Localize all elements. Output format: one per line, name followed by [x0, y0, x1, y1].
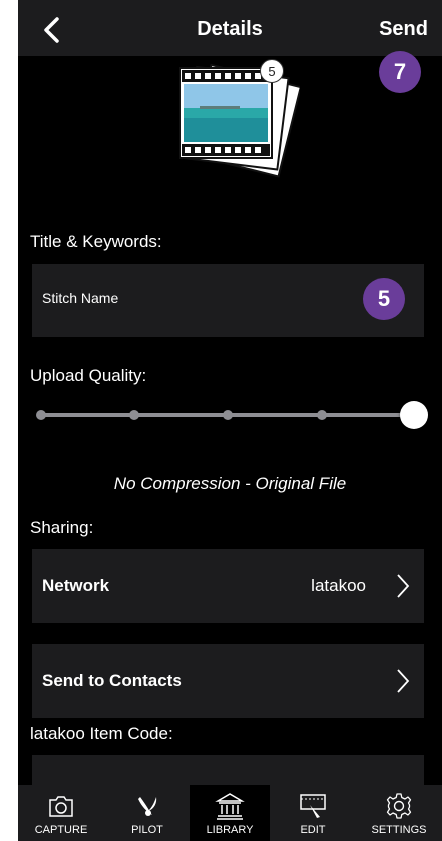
send-to-contacts-row[interactable]: Send to Contacts	[32, 644, 424, 718]
item-code-label: latakoo Item Code:	[30, 724, 173, 743]
pilot-bird-icon	[138, 797, 157, 816]
tab-capture[interactable]: CAPTURE	[18, 785, 104, 841]
media-thumbnail-stack[interactable]: 5	[160, 56, 303, 196]
tab-capture-label: CAPTURE	[34, 824, 88, 836]
network-row[interactable]: Network latakoo	[32, 549, 424, 623]
chevron-right-icon	[397, 669, 410, 693]
navigation-bar: Details Send	[18, 0, 442, 56]
slider-step-3[interactable]	[223, 410, 233, 420]
slider-step-4[interactable]	[317, 410, 327, 420]
edit-filmstrip-icon	[300, 794, 326, 818]
upload-quality-slider[interactable]	[34, 398, 434, 432]
tab-pilot[interactable]: PILOT	[104, 785, 190, 841]
slider-step-1[interactable]	[36, 410, 46, 420]
tab-settings[interactable]: SETTINGS	[356, 785, 442, 841]
title-keywords-label: Title & Keywords:	[30, 232, 162, 251]
stitch-name-value: Stitch Name	[42, 290, 119, 306]
title-step-badge: 5	[363, 278, 405, 320]
sharing-label: Sharing:	[30, 518, 94, 537]
slider-thumb[interactable]	[400, 401, 428, 429]
library-building-icon	[215, 793, 245, 820]
item-code-field[interactable]	[32, 755, 424, 785]
send-to-contacts-label: Send to Contacts	[42, 671, 182, 690]
tab-edit-label: EDIT	[300, 824, 326, 836]
tab-library[interactable]: LIBRARY	[190, 785, 270, 841]
tab-bar: CAPTURE PILOT LIBRARY EDIT SETTINGS	[18, 785, 442, 841]
send-button[interactable]: Send	[379, 18, 428, 41]
app-screen: Details Send 7 5 Title & Keywords: Stitc…	[18, 0, 442, 841]
item-count-badge: 5	[260, 59, 284, 83]
network-value: latakoo	[311, 576, 366, 595]
tab-pilot-label: PILOT	[131, 824, 163, 836]
upload-quality-label: Upload Quality:	[30, 366, 147, 385]
send-step-badge: 7	[379, 51, 421, 93]
tab-library-label: LIBRARY	[206, 824, 254, 836]
tab-edit[interactable]: EDIT	[270, 785, 356, 841]
network-label: Network	[42, 576, 110, 595]
gear-icon	[386, 793, 412, 819]
camera-icon	[49, 796, 73, 817]
slider-step-2[interactable]	[129, 410, 139, 420]
chevron-right-icon	[397, 574, 410, 598]
tab-settings-label: SETTINGS	[371, 824, 427, 836]
quality-description: No Compression - Original File	[113, 474, 347, 493]
